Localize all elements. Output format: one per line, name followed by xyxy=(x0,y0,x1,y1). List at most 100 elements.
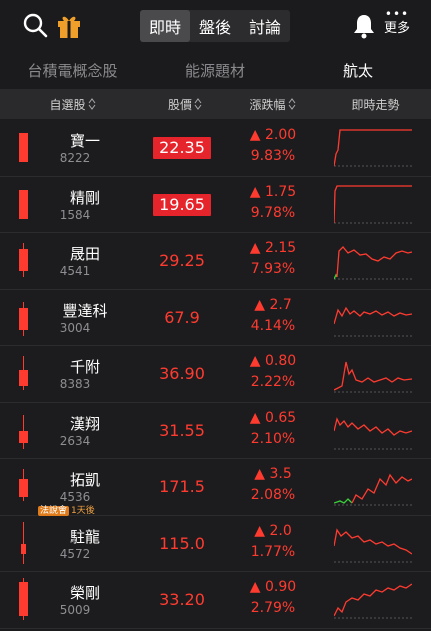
candlestick-icon xyxy=(19,243,28,277)
stock-name: 豐達科 xyxy=(62,301,108,320)
category-tabs: 台積電概念股 能源題材 航太 xyxy=(0,52,431,88)
table-row[interactable]: 晟田 4541 29.25 ▲ 2.15 7.93% xyxy=(0,233,431,290)
stock-change-pct: 2.08% xyxy=(250,487,296,503)
stock-change: ▲ 1.75 xyxy=(249,183,297,200)
stock-price: 29.25 xyxy=(159,251,205,270)
stock-change: ▲ 0.80 xyxy=(249,353,297,369)
stock-change-pct: 9.78% xyxy=(250,204,296,221)
header-watchlist-label: 自選股 xyxy=(49,97,86,112)
header-price-label: 股價 xyxy=(167,97,192,112)
more-button[interactable]: ••• 更多 xyxy=(381,8,413,42)
trend-sparkline xyxy=(334,361,412,393)
table-row[interactable]: 漢翔 2634 31.55 ▲ 0.65 2.10% xyxy=(0,402,431,459)
header-change-label: 漲跌幅 xyxy=(249,97,286,112)
bell-icon[interactable] xyxy=(350,12,378,40)
stock-change: ▲ 2.00 xyxy=(249,127,297,143)
candlestick-icon xyxy=(19,301,28,336)
event-badge[interactable]: 法說會 1天後 xyxy=(38,503,95,516)
stock-price: 67.9 xyxy=(164,307,200,327)
stock-name: 拓凱 xyxy=(69,471,100,489)
stock-change-pct: 2.79% xyxy=(250,600,296,616)
category-tab-aerospace[interactable]: 航太 xyxy=(285,52,431,88)
header-trend: 即時走勢 xyxy=(351,97,400,112)
header-watchlist[interactable]: 自選股 xyxy=(0,89,145,119)
stock-code: 5009 xyxy=(59,603,91,617)
candlestick-icon xyxy=(19,578,28,620)
stock-name: 榮剛 xyxy=(69,584,100,602)
stock-price: 33.20 xyxy=(159,590,205,609)
stock-list: 寶一 8222 22.35 ▲ 2.00 9.83% 精剛 1584 19.65… xyxy=(0,120,431,629)
stock-code: 4572 xyxy=(59,546,91,561)
category-tab-energy[interactable]: 能源題材 xyxy=(145,52,285,88)
category-tab-tsmc[interactable]: 台積電概念股 xyxy=(0,52,145,88)
trend-sparkline xyxy=(334,246,412,280)
candlestick-icon xyxy=(19,133,28,162)
candlestick-icon xyxy=(19,356,28,390)
tab-after-hours[interactable]: 盤後 xyxy=(190,10,240,42)
stock-price: 36.90 xyxy=(159,364,205,383)
trend-sparkline xyxy=(334,527,412,562)
top-bar: 即時 盤後 討論 ••• 更多 xyxy=(0,0,431,52)
stock-change: ▲ 2.0 xyxy=(254,522,292,539)
stock-price: 171.5 xyxy=(159,477,205,496)
stock-change-pct: 2.22% xyxy=(250,374,296,390)
stock-code: 4536 xyxy=(59,490,91,504)
stock-code: 2634 xyxy=(59,433,91,448)
table-row[interactable]: 寶一 8222 22.35 ▲ 2.00 9.83% xyxy=(0,120,431,177)
stock-code: 8222 xyxy=(59,151,91,165)
table-row[interactable]: 千附 8383 36.90 ▲ 0.80 2.22% xyxy=(0,346,431,403)
candlestick-icon xyxy=(21,521,26,564)
app-root: 即時 盤後 討論 ••• 更多 台積電概念股 能源題材 航太 自選股 股價 漲跌… xyxy=(0,0,431,631)
stock-name: 千附 xyxy=(69,358,100,376)
gift-icon[interactable] xyxy=(55,12,83,40)
stock-code: 8383 xyxy=(59,377,91,391)
stock-price: 19.65 xyxy=(153,193,211,216)
stock-price: 31.55 xyxy=(159,420,205,440)
table-header: 自選股 股價 漲跌幅 即時走勢 xyxy=(0,89,431,119)
sort-icon xyxy=(288,98,296,110)
sort-icon xyxy=(194,98,202,110)
stock-change-pct: 1.77% xyxy=(250,543,296,560)
stock-name: 寶一 xyxy=(69,132,100,150)
badge-countdown: 1天後 xyxy=(71,506,95,516)
trend-sparkline xyxy=(334,129,412,167)
stock-price: 115.0 xyxy=(159,533,205,553)
tab-realtime[interactable]: 即時 xyxy=(140,10,190,42)
stock-change-pct: 9.83% xyxy=(250,148,296,164)
stock-change: ▲ 0.90 xyxy=(249,579,297,595)
header-price[interactable]: 股價 xyxy=(145,89,225,119)
candlestick-icon xyxy=(19,189,28,219)
stock-change-pct: 4.14% xyxy=(250,317,296,334)
trend-sparkline xyxy=(334,416,412,449)
header-change[interactable]: 漲跌幅 xyxy=(225,89,320,119)
stock-name: 晟田 xyxy=(69,245,100,263)
sort-icon xyxy=(88,98,96,110)
tab-discussion[interactable]: 討論 xyxy=(240,10,290,42)
stock-code: 3004 xyxy=(59,320,91,335)
stock-name: 精剛 xyxy=(69,188,100,207)
stock-name: 駐龍 xyxy=(69,527,100,546)
trend-sparkline xyxy=(334,184,412,223)
stock-price: 22.35 xyxy=(153,137,211,159)
candlestick-icon xyxy=(19,469,28,501)
table-row[interactable]: 榮剛 5009 33.20 ▲ 0.90 2.79% xyxy=(0,572,431,629)
stock-change: ▲ 2.7 xyxy=(254,296,292,313)
view-segmented-control: 即時 盤後 討論 xyxy=(140,10,290,42)
table-row[interactable]: 駐龍 4572 115.0 ▲ 2.0 1.77% xyxy=(0,515,431,572)
table-row[interactable]: 豐達科 3004 67.9 ▲ 2.7 4.14% xyxy=(0,289,431,346)
stock-change: ▲ 0.65 xyxy=(249,409,297,426)
trend-sparkline xyxy=(334,583,412,619)
stock-name: 漢翔 xyxy=(69,414,100,433)
stock-code: 1584 xyxy=(59,207,91,222)
stock-change-pct: 7.93% xyxy=(250,261,296,277)
table-row[interactable]: 拓凱 4536 法說會 1天後 171.5 ▲ 3.5 2.08% xyxy=(0,459,431,516)
trend-sparkline xyxy=(334,306,412,336)
search-icon[interactable] xyxy=(22,12,50,40)
more-dots-icon: ••• xyxy=(384,7,410,21)
more-label: 更多 xyxy=(383,21,410,36)
candlestick-icon xyxy=(19,414,28,449)
stock-change-pct: 2.10% xyxy=(250,430,296,447)
stock-code: 4541 xyxy=(59,264,91,278)
earnings-call-badge: 法說會 xyxy=(38,506,70,516)
table-row[interactable]: 精剛 1584 19.65 ▲ 1.75 9.78% xyxy=(0,176,431,233)
